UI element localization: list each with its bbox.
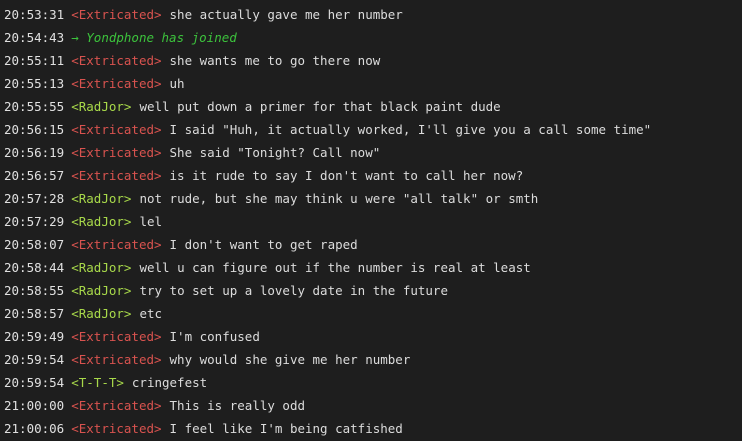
timestamp: 20:58:55 [4,283,65,298]
nick-extricated[interactable]: <Extricated> [71,394,161,417]
message-row: 20:56:19 <Extricated> She said "Tonight?… [4,141,742,164]
message-row: 20:55:13 <Extricated> uh [4,72,742,95]
timestamp: 20:55:55 [4,99,65,114]
message-text: She said "Tonight? Call now" [169,145,381,160]
nick-extricated[interactable]: <Extricated> [71,348,161,371]
message-row: 20:55:11 <Extricated> she wants me to go… [4,49,742,72]
timestamp: 20:58:44 [4,260,65,275]
nick-radjor[interactable]: <RadJor> [71,302,131,325]
message-row: 20:58:55 <RadJor> try to set up a lovely… [4,279,742,302]
message-text: cringefest [131,375,208,390]
message-text: etc [139,306,163,321]
message-row: 20:59:54 <T-T-T> cringefest [4,371,742,394]
message-row: 20:57:28 <RadJor> not rude, but she may … [4,187,742,210]
message-text: I said "Huh, it actually worked, I'll gi… [169,122,652,137]
timestamp: 20:53:31 [4,7,65,22]
message-text: well u can figure out if the number is r… [139,260,531,275]
nick-radjor[interactable]: <RadJor> [71,279,131,302]
nick-extricated[interactable]: <Extricated> [71,72,161,95]
message-row: 20:55:55 <RadJor> well put down a primer… [4,95,742,118]
message-row: 20:59:54 <Extricated> why would she give… [4,348,742,371]
timestamp: 20:54:43 [4,30,65,45]
message-text: uh [169,76,185,91]
timestamp: 21:00:00 [4,398,65,413]
timestamp: 20:57:29 [4,214,65,229]
nick-extricated[interactable]: <Extricated> [71,233,161,256]
message-row: 21:00:06 <Extricated> I feel like I'm be… [4,417,742,440]
message-row: 20:58:44 <RadJor> well u can figure out … [4,256,742,279]
message-text: why would she give me her number [169,352,411,367]
message-row: 20:58:57 <RadJor> etc [4,302,742,325]
message-row: 20:58:07 <Extricated> I don't want to ge… [4,233,742,256]
timestamp: 20:56:19 [4,145,65,160]
message-text: try to set up a lovely date in the futur… [139,283,448,298]
message-row: 21:00:00 <Extricated> This is really odd [4,394,742,417]
message-text: she actually gave me her number [169,7,403,22]
timestamp: 21:00:06 [4,421,65,436]
nick-extricated[interactable]: <Extricated> [71,325,161,348]
message-text: not rude, but she may think u were "all … [139,191,539,206]
nick-ttt[interactable]: <T-T-T> [71,371,124,394]
message-text: I don't want to get raped [169,237,358,252]
message-text: she wants me to go there now [169,53,381,68]
join-row: 20:54:43 → Yondphone has joined [4,26,742,49]
message-row: 20:57:29 <RadJor> lel [4,210,742,233]
timestamp: 20:58:57 [4,306,65,321]
chat-log: 20:53:31 <Extricated> she actually gave … [0,0,742,440]
nick-extricated[interactable]: <Extricated> [71,141,161,164]
timestamp: 20:59:49 [4,329,65,344]
nick-radjor[interactable]: <RadJor> [71,187,131,210]
timestamp: 20:56:57 [4,168,65,183]
message-text: well put down a primer for that black pa… [139,99,501,114]
message-row: 20:59:49 <Extricated> I'm confused [4,325,742,348]
join-notice: → Yondphone has joined [71,30,237,45]
timestamp: 20:56:15 [4,122,65,137]
nick-extricated[interactable]: <Extricated> [71,118,161,141]
timestamp: 20:59:54 [4,352,65,367]
timestamp: 20:58:07 [4,237,65,252]
nick-extricated[interactable]: <Extricated> [71,3,161,26]
nick-radjor[interactable]: <RadJor> [71,210,131,233]
message-text: I'm confused [169,329,260,344]
message-text: is it rude to say I don't want to call h… [169,168,524,183]
timestamp: 20:59:54 [4,375,65,390]
timestamp: 20:55:11 [4,53,65,68]
message-row: 20:56:15 <Extricated> I said "Huh, it ac… [4,118,742,141]
nick-extricated[interactable]: <Extricated> [71,417,161,440]
nick-extricated[interactable]: <Extricated> [71,49,161,72]
message-text: This is really odd [169,398,305,413]
nick-radjor[interactable]: <RadJor> [71,256,131,279]
message-row: 20:56:57 <Extricated> is it rude to say … [4,164,742,187]
message-text: lel [139,214,163,229]
nick-extricated[interactable]: <Extricated> [71,164,161,187]
message-text: I feel like I'm being catfished [169,421,403,436]
timestamp: 20:55:13 [4,76,65,91]
timestamp: 20:57:28 [4,191,65,206]
message-row: 20:53:31 <Extricated> she actually gave … [4,3,742,26]
nick-radjor[interactable]: <RadJor> [71,95,131,118]
